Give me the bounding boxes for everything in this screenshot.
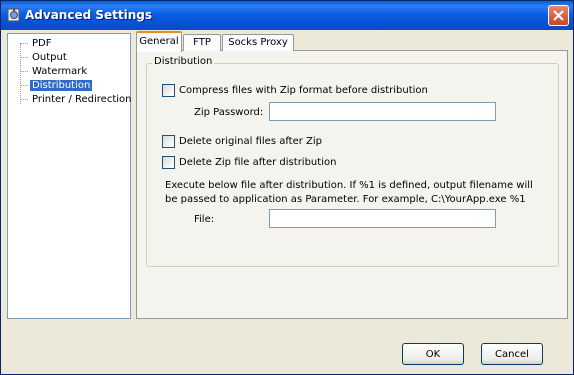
execute-after-note: Execute below file after distribution. I… xyxy=(165,180,533,205)
tree-item-output[interactable]: Output xyxy=(20,51,69,64)
tree-item-distribution[interactable]: Distribution xyxy=(20,79,93,92)
compress-zip-checkbox[interactable] xyxy=(162,84,175,97)
tab-general[interactable]: General xyxy=(136,31,182,52)
delete-zip-label[interactable]: Delete Zip file after distribution xyxy=(179,157,336,168)
close-button[interactable] xyxy=(548,5,569,26)
window-title: Advanced Settings xyxy=(25,8,153,22)
advanced-settings-window: Advanced Settings PDF Output Watermark D… xyxy=(0,0,574,375)
distribution-group-title: Distribution xyxy=(152,56,215,67)
tab-socks-proxy[interactable]: Socks Proxy xyxy=(222,34,294,51)
delete-original-label[interactable]: Delete original files after Zip xyxy=(179,136,322,147)
ok-button[interactable]: OK xyxy=(402,343,464,365)
cancel-button[interactable]: Cancel xyxy=(481,343,543,365)
file-label: File: xyxy=(194,214,215,225)
zip-password-input[interactable] xyxy=(269,102,496,121)
app-icon xyxy=(6,7,22,23)
file-input[interactable] xyxy=(269,209,496,228)
tree-item-watermark[interactable]: Watermark xyxy=(20,65,89,78)
delete-zip-checkbox[interactable] xyxy=(162,156,175,169)
tab-ftp[interactable]: FTP xyxy=(183,34,221,51)
title-bar[interactable]: Advanced Settings xyxy=(1,1,573,30)
delete-original-checkbox[interactable] xyxy=(162,135,175,148)
zip-password-label: Zip Password: xyxy=(194,107,264,118)
tree-item-pdf[interactable]: PDF xyxy=(20,37,53,50)
compress-zip-label[interactable]: Compress files with Zip format before di… xyxy=(179,85,428,96)
settings-tree[interactable]: PDF Output Watermark Distribution Printe… xyxy=(7,33,131,319)
close-icon xyxy=(553,10,564,21)
tree-item-printer-redirection[interactable]: Printer / Redirection xyxy=(20,93,133,106)
